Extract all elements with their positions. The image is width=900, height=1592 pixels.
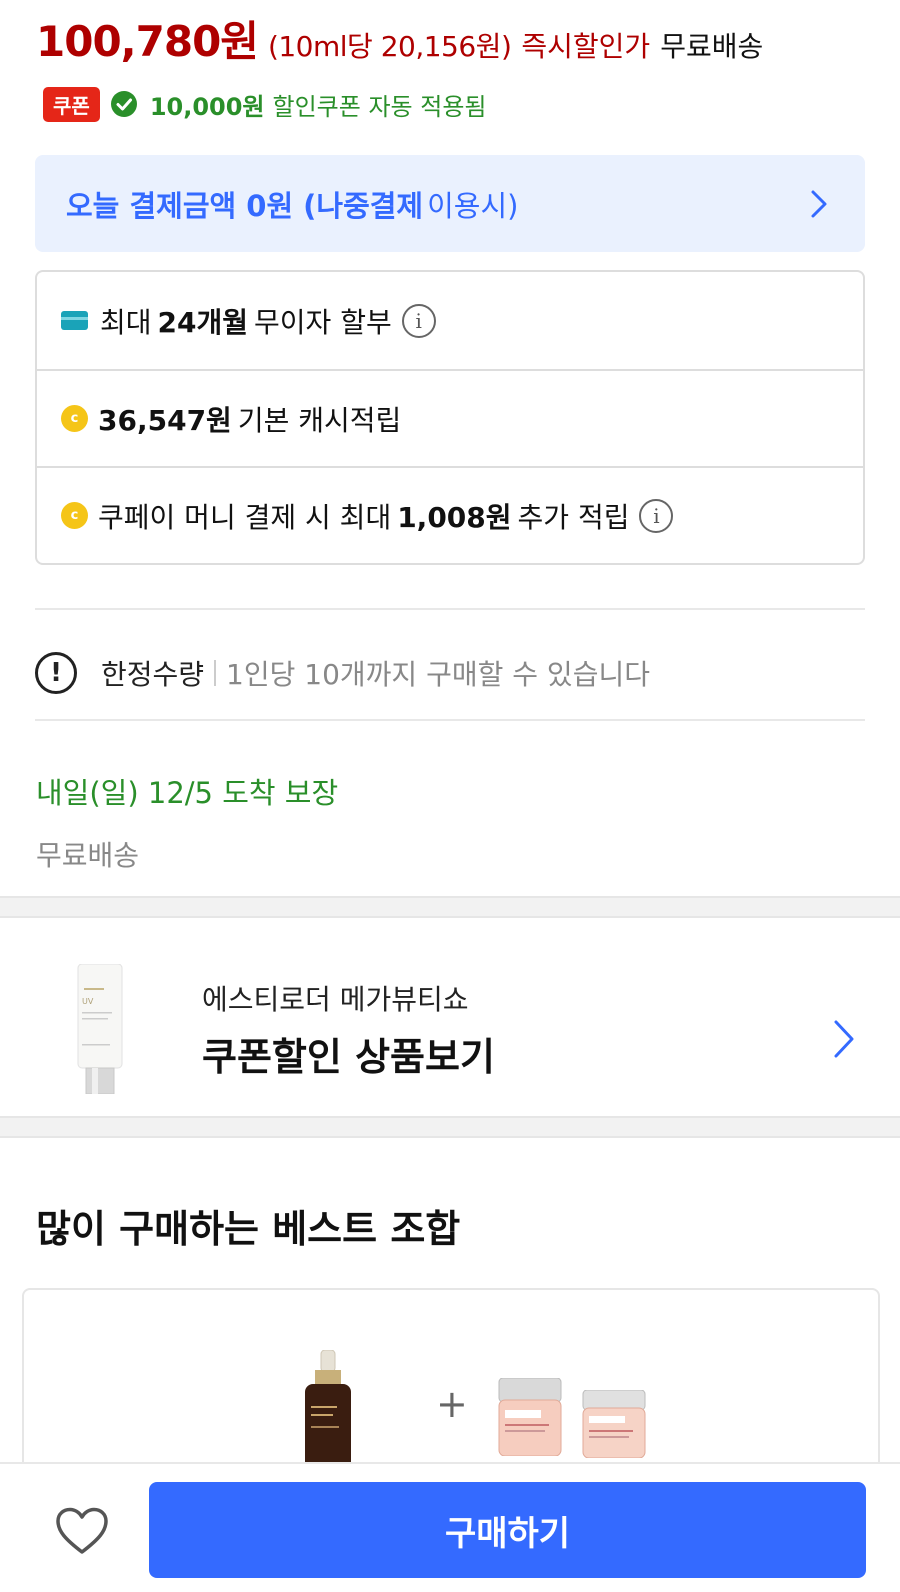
- promo-subtitle: 에스티로더 메가뷰티쇼: [202, 983, 469, 1016]
- price-row: 100,780원 (10ml당 20,156원) 즉시할인가 무료배송: [36, 8, 876, 66]
- buy-button[interactable]: 구매하기: [149, 1482, 866, 1578]
- free-shipping-label: 무료배송: [660, 30, 764, 63]
- delivery-fee: 무료배송: [36, 839, 140, 872]
- limited-quantity-title: 한정수량: [101, 658, 205, 691]
- plus-sign: +: [436, 1382, 468, 1426]
- delivery-date: 내일(일) 12/5 도착 보장: [36, 776, 339, 810]
- benefits-box: 최대 24개월 무이자 할부 i c 36,547원 기본 캐시적립 c 쿠페이…: [35, 270, 865, 565]
- coin-icon: c: [61, 405, 88, 432]
- best-combo-title: 많이 구매하는 베스트 조합: [36, 1207, 461, 1251]
- check-circle-icon: [110, 91, 137, 117]
- section-separator: [0, 1116, 900, 1138]
- coupay-reward-amount: 1,008원: [397, 500, 512, 534]
- separator: [214, 660, 217, 686]
- chevron-right-icon: [834, 1020, 854, 1058]
- heart-icon[interactable]: [55, 1507, 109, 1555]
- coupon-badge: 쿠폰: [43, 86, 100, 122]
- sale-price: 100,780원: [36, 17, 259, 66]
- info-icon[interactable]: i: [401, 303, 436, 338]
- limited-quantity-row: ! 한정수량 1인당 10개까지 구매할 수 있습니다: [35, 652, 650, 694]
- pay-later-banner[interactable]: 오늘 결제금액 0원 (나중결제 이용시): [35, 155, 865, 252]
- card-icon: [61, 311, 88, 330]
- coupon-row: 쿠폰 10,000원 할인쿠폰 자동 적용됨: [43, 86, 487, 122]
- coupon-applied-text: 할인쿠폰 자동 적용됨: [272, 92, 487, 121]
- pay-later-label: (나중결제: [303, 188, 424, 223]
- product-tube-image: UV: [77, 964, 123, 1094]
- coin-icon: c: [61, 502, 88, 529]
- coupay-reward-row: c 쿠페이 머니 결제 시 최대 1,008원 추가 적립 i: [37, 466, 863, 563]
- installment-row: 최대 24개월 무이자 할부 i: [37, 272, 863, 369]
- pay-later-suffix: 이용시): [427, 188, 519, 223]
- instant-discount-label: 즉시할인가: [521, 30, 651, 63]
- installment-suffix: 무이자 할부: [254, 305, 392, 339]
- svg-text:UV: UV: [82, 997, 94, 1006]
- cash-reward-row: c 36,547원 기본 캐시적립: [37, 369, 863, 466]
- serum-bottle-image: [305, 1350, 351, 1470]
- coupay-reward-suffix: 추가 적립: [517, 500, 630, 534]
- limited-quantity-text: 1인당 10개까지 구매할 수 있습니다: [226, 658, 650, 691]
- coupon-amount: 10,000원: [149, 92, 265, 121]
- installment-months: 24개월: [157, 305, 249, 339]
- section-separator: [0, 896, 900, 918]
- promo-title: 쿠폰할인 상품보기: [202, 1035, 495, 1079]
- info-icon[interactable]: i: [639, 498, 674, 533]
- unit-price: (10ml당 20,156원): [267, 30, 512, 63]
- coupay-reward-prefix: 쿠페이 머니 결제 시 최대: [98, 500, 392, 534]
- promo-banner[interactable]: UV 에스티로더 메가뷰티쇼 쿠폰할인 상품보기: [0, 930, 900, 1130]
- cash-reward-label: 기본 캐시적립: [237, 403, 402, 437]
- chevron-right-icon: [811, 190, 827, 218]
- today-payment-amount: 오늘 결제금액 0원: [66, 188, 294, 223]
- cream-jar-small-image: [582, 1390, 646, 1458]
- divider: [35, 608, 865, 610]
- exclamation-circle-icon: !: [35, 652, 77, 694]
- cash-reward-amount: 36,547원: [98, 403, 232, 437]
- cream-jar-image: [498, 1378, 562, 1456]
- bottom-action-bar: 구매하기: [0, 1462, 900, 1592]
- divider: [35, 719, 865, 721]
- installment-prefix: 최대: [100, 305, 152, 339]
